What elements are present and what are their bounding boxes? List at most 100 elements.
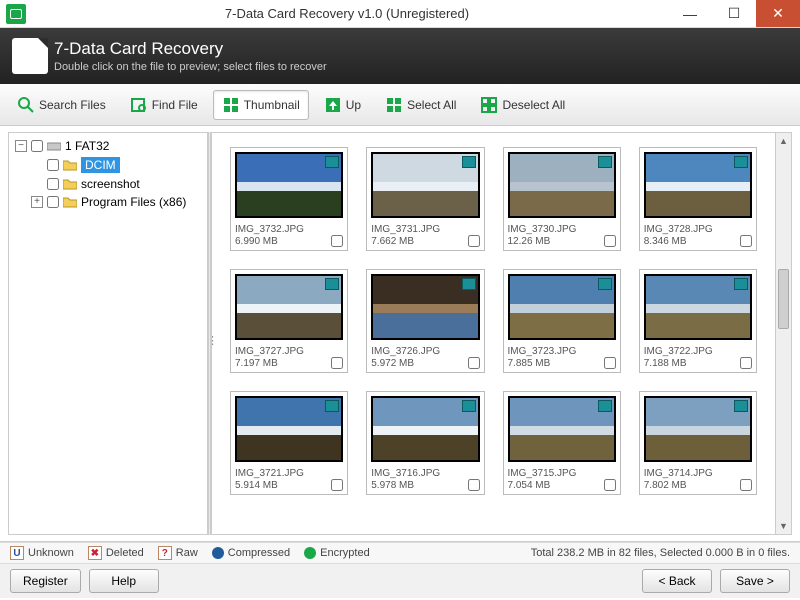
thumbnail-item[interactable]: IMG_3726.JPG5.972 MB	[366, 269, 484, 373]
collapse-icon[interactable]: −	[15, 140, 27, 152]
scrollbar-handle[interactable]	[778, 269, 789, 329]
file-size: 8.346 MB	[644, 236, 687, 247]
file-checkbox[interactable]	[331, 235, 343, 247]
thumbnail-image[interactable]	[508, 274, 616, 340]
image-badge-icon	[462, 156, 476, 168]
vertical-scrollbar[interactable]: ▲ ▼	[775, 133, 791, 534]
window-controls: — ☐ ✕	[668, 0, 800, 27]
expand-icon[interactable]: +	[31, 196, 43, 208]
thumbnail-icon	[222, 96, 240, 114]
tree-item[interactable]: +Program Files (x86)	[29, 193, 205, 211]
minimize-button[interactable]: —	[668, 0, 712, 27]
file-checkbox[interactable]	[740, 357, 752, 369]
file-name: IMG_3722.JPG	[644, 346, 752, 357]
thumbnail-item[interactable]: IMG_3716.JPG5.978 MB	[366, 391, 484, 495]
file-checkbox[interactable]	[604, 235, 616, 247]
up-button[interactable]: Up	[315, 90, 370, 120]
file-name: IMG_3732.JPG	[235, 224, 343, 235]
thumbnail-image[interactable]	[371, 152, 479, 218]
image-badge-icon	[462, 400, 476, 412]
file-size: 5.978 MB	[371, 480, 414, 491]
thumbnail-item[interactable]: IMG_3722.JPG7.188 MB	[639, 269, 757, 373]
save-button[interactable]: Save >	[720, 569, 790, 593]
maximize-button[interactable]: ☐	[712, 0, 756, 27]
titlebar: 7-Data Card Recovery v1.0 (Unregistered)…	[0, 0, 800, 28]
help-button[interactable]: Help	[89, 569, 159, 593]
file-checkbox[interactable]	[740, 235, 752, 247]
thumbnail-image[interactable]	[508, 152, 616, 218]
select-all-label: Select All	[407, 98, 456, 112]
thumbnail-image[interactable]	[371, 274, 479, 340]
thumbnail-image[interactable]	[644, 396, 752, 462]
thumbnail-item[interactable]: IMG_3715.JPG7.054 MB	[503, 391, 621, 495]
thumbnail-item[interactable]: IMG_3714.JPG7.802 MB	[639, 391, 757, 495]
file-checkbox[interactable]	[604, 357, 616, 369]
thumbnail-item[interactable]: IMG_3730.JPG12.26 MB	[503, 147, 621, 251]
find-file-button[interactable]: Find File	[121, 90, 207, 120]
tree-item[interactable]: DCIM	[29, 155, 205, 175]
thumbnail-image[interactable]	[644, 152, 752, 218]
app-icon	[6, 4, 26, 24]
tree-item-checkbox[interactable]	[47, 178, 59, 190]
image-badge-icon	[325, 400, 339, 412]
file-size: 6.990 MB	[235, 236, 278, 247]
tree-root-label: 1 FAT32	[65, 139, 109, 153]
register-button[interactable]: Register	[10, 569, 81, 593]
thumbnail-item[interactable]: IMG_3731.JPG7.662 MB	[366, 147, 484, 251]
file-size: 12.26 MB	[508, 236, 551, 247]
scroll-up-icon[interactable]: ▲	[776, 133, 791, 149]
file-name: IMG_3715.JPG	[508, 468, 616, 479]
app-title: 7-Data Card Recovery	[54, 39, 327, 59]
file-checkbox[interactable]	[331, 357, 343, 369]
thumbnail-image[interactable]	[235, 396, 343, 462]
scroll-down-icon[interactable]: ▼	[776, 518, 791, 534]
thumbnail-item[interactable]: IMG_3723.JPG7.885 MB	[503, 269, 621, 373]
thumbnail-image[interactable]	[235, 152, 343, 218]
file-checkbox[interactable]	[331, 479, 343, 491]
tree-root-checkbox[interactable]	[31, 140, 43, 152]
deselect-all-icon	[480, 96, 498, 114]
tree-item-checkbox[interactable]	[47, 159, 59, 171]
image-badge-icon	[325, 278, 339, 290]
file-checkbox[interactable]	[468, 235, 480, 247]
thumbnail-grid: IMG_3732.JPG6.990 MBIMG_3731.JPG7.662 MB…	[212, 133, 775, 534]
thumbnail-item[interactable]: IMG_3728.JPG8.346 MB	[639, 147, 757, 251]
folder-tree[interactable]: − 1 FAT32 DCIMscreenshot+Program Files (…	[8, 132, 208, 535]
search-files-button[interactable]: Search Files	[8, 90, 115, 120]
up-icon	[324, 96, 342, 114]
thumbnail-item[interactable]: IMG_3732.JPG6.990 MB	[230, 147, 348, 251]
tree-item-checkbox[interactable]	[47, 196, 59, 208]
find-label: Find File	[152, 98, 198, 112]
search-icon	[17, 96, 35, 114]
select-all-button[interactable]: Select All	[376, 90, 465, 120]
thumbnail-image[interactable]	[508, 396, 616, 462]
thumbnail-button[interactable]: Thumbnail	[213, 90, 309, 120]
file-checkbox[interactable]	[604, 479, 616, 491]
file-name: IMG_3723.JPG	[508, 346, 616, 357]
legend-encrypted: Encrypted	[304, 547, 370, 559]
up-label: Up	[346, 98, 361, 112]
search-label: Search Files	[39, 98, 106, 112]
back-button[interactable]: < Back	[642, 569, 712, 593]
file-size: 5.972 MB	[371, 358, 414, 369]
image-badge-icon	[598, 156, 612, 168]
app-subtitle: Double click on the file to preview; sel…	[54, 61, 327, 73]
close-button[interactable]: ✕	[756, 0, 800, 27]
tree-item[interactable]: screenshot	[29, 175, 205, 193]
thumbnail-item[interactable]: IMG_3721.JPG5.914 MB	[230, 391, 348, 495]
file-checkbox[interactable]	[468, 479, 480, 491]
image-badge-icon	[598, 278, 612, 290]
file-checkbox[interactable]	[740, 479, 752, 491]
file-size: 5.914 MB	[235, 480, 278, 491]
deselect-all-button[interactable]: Deselect All	[471, 90, 574, 120]
thumbnail-image[interactable]	[371, 396, 479, 462]
tree-root[interactable]: − 1 FAT32	[13, 137, 205, 155]
sd-card-icon	[12, 38, 48, 74]
thumbnail-image[interactable]	[644, 274, 752, 340]
legend-unknown: UUnknown	[10, 546, 74, 560]
thumbnail-image[interactable]	[235, 274, 343, 340]
legend-deleted: ✖Deleted	[88, 546, 144, 560]
thumbnail-item[interactable]: IMG_3727.JPG7.197 MB	[230, 269, 348, 373]
file-checkbox[interactable]	[468, 357, 480, 369]
thumbnail-panel: IMG_3732.JPG6.990 MBIMG_3731.JPG7.662 MB…	[211, 132, 792, 535]
